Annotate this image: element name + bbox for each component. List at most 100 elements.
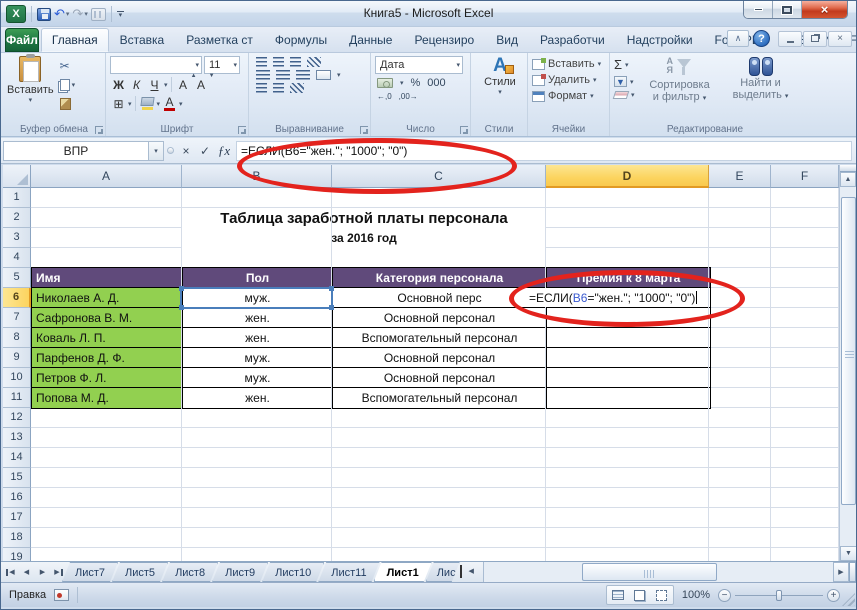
paste-button[interactable]: Вставить ▾ (7, 54, 54, 122)
row-header-10[interactable]: 10 (3, 368, 31, 388)
fill-color-button[interactable] (139, 95, 156, 112)
cell-category[interactable]: Основной персонал (333, 348, 547, 368)
row-header-14[interactable]: 14 (3, 448, 31, 468)
column-header-F[interactable]: F (771, 165, 839, 188)
page-break-view-button[interactable] (652, 587, 672, 603)
tab-Главная[interactable]: Главная (40, 28, 109, 52)
scroll-right-button[interactable]: ▶ (833, 562, 849, 582)
decrease-indent-button[interactable] (256, 83, 267, 93)
row-header-6[interactable]: 6 (3, 288, 31, 308)
decrease-decimal-button[interactable]: ,00→ (399, 92, 418, 101)
format-painter-button[interactable] (59, 96, 76, 112)
first-sheet-button[interactable]: ◀ (3, 564, 18, 581)
accounting-format-icon[interactable] (377, 78, 393, 88)
tab-Формулы[interactable]: Формулы (264, 28, 338, 52)
row-header-2[interactable]: 2 (3, 208, 31, 228)
orientation-button[interactable] (307, 57, 321, 67)
row-header-13[interactable]: 13 (3, 428, 31, 448)
zoom-track[interactable] (735, 589, 823, 602)
tab-Вид[interactable]: Вид (485, 28, 529, 52)
shrink-font-button[interactable]: А ▼ (193, 73, 215, 93)
vertical-scrollbar[interactable]: ▲ ▼ (839, 165, 856, 561)
increase-indent-button[interactable] (273, 83, 284, 93)
horizontal-scroll-track[interactable] (483, 562, 833, 582)
zoom-in-button[interactable]: + (827, 588, 840, 602)
cell-category[interactable]: Основной персонал (333, 308, 547, 328)
normal-view-button[interactable] (608, 587, 628, 603)
copy-button[interactable]: ▾ (59, 77, 75, 93)
insert-function-button[interactable]: ƒx (215, 142, 233, 160)
cell-name[interactable]: Попова М. Д. (32, 388, 183, 408)
macro-record-button[interactable] (54, 589, 70, 601)
sheet-title-line2[interactable]: за 2016 год (182, 229, 546, 248)
tab-Данные[interactable]: Данные (338, 28, 403, 52)
row-header-1[interactable]: 1 (3, 188, 31, 208)
cell-name[interactable]: Парфенов Д. Ф. (32, 348, 183, 368)
delete-cells-button[interactable]: Удалить ▾ (532, 73, 607, 86)
cell-gender[interactable]: жен. (183, 388, 333, 408)
help-button[interactable]: ? (753, 30, 770, 47)
column-header-C[interactable]: C (332, 165, 546, 188)
align-middle-button[interactable] (273, 57, 284, 67)
alignment-dialog-launcher[interactable] (360, 126, 368, 134)
clipboard-dialog-launcher[interactable] (95, 126, 103, 134)
custom-qat-icon[interactable] (90, 7, 106, 21)
tab-Разметка ст[interactable]: Разметка ст (175, 28, 264, 52)
tab-Надстройки[interactable]: Надстройки (616, 28, 704, 52)
sheet-tab-Лис[interactable]: Лис (426, 562, 460, 582)
cell-category[interactable]: Основной персонал (333, 368, 547, 388)
vertical-scroll-thumb[interactable] (841, 197, 856, 505)
cell-name[interactable]: Николаев А. Д. (32, 288, 183, 308)
collapse-ribbon-button[interactable]: ∧ (727, 30, 749, 47)
cell-gender[interactable]: жен. (183, 328, 333, 348)
sheet-title-line1[interactable]: Таблица заработной платы персонала (182, 209, 546, 228)
wrap-text-button[interactable] (290, 83, 304, 93)
cell-bonus[interactable] (547, 388, 710, 408)
scroll-up-button[interactable]: ▲ (840, 172, 856, 187)
cell-bonus[interactable] (547, 328, 710, 348)
cell-bonus[interactable] (547, 368, 710, 388)
bold-button[interactable]: Ж (110, 76, 127, 93)
restore-button[interactable] (773, 1, 802, 18)
undo-button[interactable]: ↶ ▾ (54, 6, 69, 22)
excel-logo-icon[interactable]: X (6, 5, 26, 23)
scroll-down-button[interactable]: ▼ (840, 546, 856, 561)
row-header-18[interactable]: 18 (3, 528, 31, 548)
italic-button[interactable]: К (128, 76, 145, 93)
redo-button[interactable]: ↷ ▾ (72, 6, 87, 22)
cells-area[interactable]: Таблица заработной платы персонала за 20… (31, 188, 839, 561)
font-size-select[interactable]: 11 ▾ (204, 56, 240, 74)
cell-bonus[interactable] (547, 348, 710, 368)
row-header-5[interactable]: 5 (3, 268, 31, 288)
percent-style-button[interactable]: % (411, 77, 421, 89)
cell-category[interactable]: Вспомогательный персонал (333, 328, 547, 348)
align-left-button[interactable] (256, 70, 270, 80)
tab-file[interactable]: Файл (5, 28, 39, 52)
increase-decimal-button[interactable]: ←,0 (377, 92, 392, 101)
row-header-3[interactable]: 3 (3, 228, 31, 248)
close-button[interactable]: × (802, 1, 847, 18)
number-format-select[interactable]: Дата ▾ (375, 56, 463, 74)
sort-filter-button[interactable]: АЯ Сортировка и фильтр ▾ (639, 57, 721, 122)
row-header-17[interactable]: 17 (3, 508, 31, 528)
zoom-out-button[interactable]: − (718, 588, 731, 602)
save-button[interactable] (37, 7, 51, 21)
sheet-tab-Лист7[interactable]: Лист7 (62, 562, 118, 582)
name-box-dropdown[interactable]: ▾ (149, 140, 164, 161)
cut-button[interactable]: ✂ (60, 58, 76, 74)
tab-scroll-left-button[interactable]: ◀ (464, 562, 479, 579)
cell-name[interactable]: Петров Ф. Л. (32, 368, 183, 388)
column-header-A[interactable]: A (31, 165, 182, 188)
row-header-19[interactable]: 19 (3, 548, 31, 561)
cell-category[interactable]: Вспомогательный персонал (333, 388, 547, 408)
align-bottom-button[interactable] (290, 57, 301, 67)
number-dialog-launcher[interactable] (460, 126, 468, 134)
fill-button[interactable]: ▼ ▾ (614, 76, 635, 87)
zoom-thumb[interactable] (776, 589, 782, 601)
row-header-12[interactable]: 12 (3, 408, 31, 428)
column-header-B[interactable]: B (182, 165, 332, 188)
font-name-select[interactable]: ▾ (110, 56, 202, 74)
formula-input[interactable]: =ЕСЛИ(B6="жен."; "1000"; "0") (236, 140, 852, 161)
cell-bonus[interactable] (547, 308, 710, 328)
horizontal-scroll-thumb[interactable] (581, 563, 717, 581)
